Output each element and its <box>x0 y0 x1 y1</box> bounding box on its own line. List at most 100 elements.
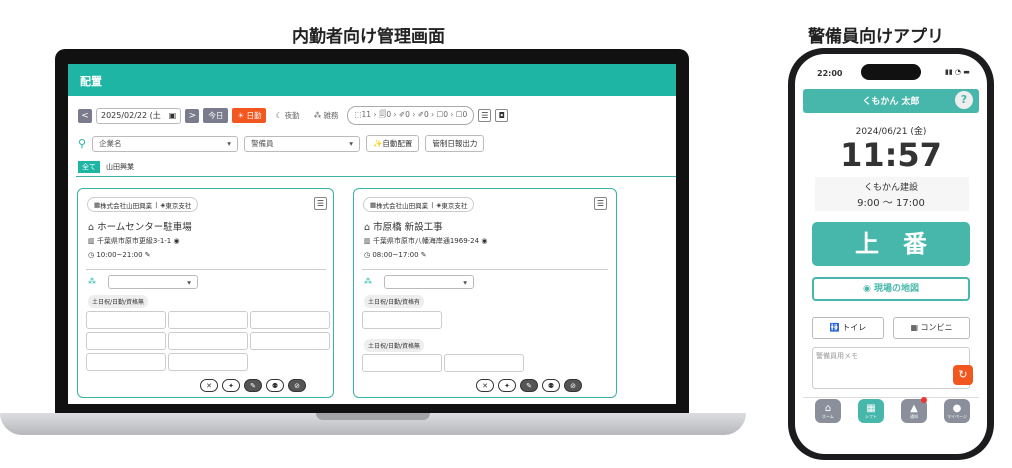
map-icon: ▥ <box>364 237 373 245</box>
assign-slot[interactable] <box>444 354 524 372</box>
assign-slot[interactable] <box>168 353 248 371</box>
day-shift-tab[interactable]: ☀ 日勤 <box>232 108 267 123</box>
map-icon: ▥ <box>88 237 97 245</box>
assign-slot[interactable] <box>362 311 442 329</box>
branch-name: 東京支社 <box>441 201 468 210</box>
company-name: 株式会社山田興業 <box>100 201 153 210</box>
clock-in-button[interactable]: 上 番 <box>812 222 970 266</box>
admin-screen: 配置 < 2025/02/22 (土 ▣ > 今日 ☀ 日勤 ☾ 夜勤 ⁂ 雑務 … <box>68 64 676 404</box>
site-map-button[interactable]: ◉ 現場の地図 <box>812 277 970 301</box>
home-icon: ⌂ <box>824 402 832 414</box>
status-summary: ⬚11 › 🗐0 › ✐0 › ✐0 › ☐0 › ☐0 <box>347 106 475 125</box>
chevron-down-icon: ▾ <box>349 139 354 148</box>
help-icon[interactable]: ? <box>955 91 973 109</box>
guard-dropdown[interactable]: ▾ <box>108 275 198 289</box>
calendar-icon: ▦ <box>866 402 876 414</box>
company-select-label: 企業名 <box>99 139 122 148</box>
group-icon[interactable]: ⚉ <box>266 379 284 392</box>
night-shift-tab[interactable]: ☾ 夜勤 <box>270 108 304 123</box>
moon-icon: ☾ <box>275 111 285 120</box>
site-icon: ⌂ <box>364 222 374 233</box>
nav-mypage[interactable]: ● マイページ <box>944 399 970 423</box>
today-button[interactable]: 今日 <box>203 108 229 123</box>
address-text: 千葉県市原市八幡海岸通1969-24 <box>372 237 480 245</box>
card-menu-icon[interactable]: ☰ <box>314 197 327 210</box>
pin-icon[interactable]: ◉ <box>479 237 487 245</box>
assign-slot[interactable] <box>86 332 166 350</box>
site-map-label: 現場の地図 <box>873 284 919 294</box>
chevron-down-icon: ▾ <box>227 139 232 148</box>
time-display: 11:57 <box>840 136 942 174</box>
wand-icon[interactable]: ✦ <box>498 379 516 392</box>
card-menu-icon[interactable]: ☰ <box>594 197 607 210</box>
block-icon[interactable]: ⊘ <box>564 379 582 392</box>
refresh-icon[interactable]: ↻ <box>953 365 973 385</box>
assign-slot[interactable] <box>86 311 166 329</box>
date-input[interactable]: 2025/02/22 (土 ▣ <box>96 107 182 124</box>
nav-shift[interactable]: ▦ シフト <box>858 399 884 423</box>
report-export-button[interactable]: 管制日報出力 <box>425 135 485 152</box>
chevron-down-icon: ▾ <box>187 277 191 287</box>
notification-dot <box>921 397 927 403</box>
wand-icon[interactable]: ✦ <box>222 379 240 392</box>
filter-search-icon[interactable]: ⚲ <box>78 137 86 150</box>
divider <box>76 176 676 177</box>
chip-all[interactable]: 全て <box>78 161 100 173</box>
nav-divider <box>803 397 979 398</box>
bell-icon: ▲ <box>910 402 918 414</box>
person-view-icon[interactable]: ◘ <box>495 109 509 122</box>
note-icon[interactable]: ✎ <box>520 379 538 392</box>
time-text: 10:00~21:00 <box>96 251 143 259</box>
dynamic-island <box>861 64 921 80</box>
team-icon: ⁂ <box>88 277 96 286</box>
assign-slot[interactable] <box>168 311 248 329</box>
store-label: コンビニ <box>920 323 953 332</box>
next-day-button[interactable]: > <box>185 108 200 123</box>
block-icon[interactable]: ⊘ <box>288 379 306 392</box>
misc-tab[interactable]: ⁂ 雑務 <box>309 108 344 123</box>
note-icon[interactable]: ✎ <box>244 379 262 392</box>
edit-icon[interactable]: ✎ <box>143 251 151 259</box>
guard-dropdown[interactable]: ▾ <box>384 275 474 289</box>
chip-company[interactable]: 山田興業 <box>106 162 134 172</box>
company-select[interactable]: 企業名 ▾ <box>92 135 239 152</box>
app-title-bar: 配置 <box>68 64 676 96</box>
pin-icon[interactable]: ◉ <box>171 237 179 245</box>
magic-wand-icon: ✨ <box>373 139 383 148</box>
card-divider <box>362 269 608 270</box>
site-title: ⌂ 市原橋 新設工事 <box>364 219 443 233</box>
night-shift-label: 夜勤 <box>284 111 300 120</box>
assign-slot[interactable] <box>86 353 166 371</box>
assign-slot[interactable] <box>362 354 442 372</box>
nav-home[interactable]: ⌂ ホーム <box>815 399 841 423</box>
site-name: ホームセンター駐車場 <box>97 222 192 233</box>
memo-field[interactable]: 警備員用メモ <box>812 347 970 389</box>
auto-assign-button[interactable]: ✨ 自動配置 <box>366 135 420 152</box>
qualification-tag: 土日祝/日勤/資格無 <box>88 295 149 308</box>
edit-icon[interactable]: ✎ <box>419 251 427 259</box>
status-clock: 22:00 <box>817 69 843 78</box>
no-auto-icon[interactable]: ✕ <box>476 379 494 392</box>
list-view-icon[interactable]: ☰ <box>478 109 492 122</box>
assign-slot[interactable] <box>168 332 248 350</box>
toilet-button[interactable]: 🚻 トイレ <box>812 317 884 339</box>
assign-slot[interactable] <box>250 311 330 329</box>
site-time: ◷ 10:00~21:00 ✎ <box>88 251 151 259</box>
site-card[interactable]: ▦ 株式会社山田興業 | ◈ 東京支社 ☰ ⌂ ホームセンター駐車場 ▥ 千葉県市原… <box>77 188 334 398</box>
team-icon: ⁂ <box>364 277 372 286</box>
date-value: 2025/02/22 (土 <box>101 111 161 120</box>
qualification-tag: 土日祝/日勤/資格有 <box>364 295 425 308</box>
site-title: ⌂ ホームセンター駐車場 <box>88 219 192 233</box>
page-title: 配置 <box>80 75 102 88</box>
no-auto-icon[interactable]: ✕ <box>200 379 218 392</box>
mobile-screen: 22:00 ▮▮ ◔ ▬ くもかん 太郎 ? 2024/06/21 (金) 11… <box>795 54 987 454</box>
prev-day-button[interactable]: < <box>78 108 92 123</box>
misc-label: 雑務 <box>323 111 339 120</box>
person-icon: ● <box>952 402 962 414</box>
group-icon[interactable]: ⚉ <box>542 379 560 392</box>
assign-slot[interactable] <box>250 332 330 350</box>
site-card[interactable]: ▦ 株式会社山田興業 | ◈ 東京支社 ☰ ⌂ 市原橋 新設工事 ▥ 千葉県市原市八… <box>353 188 617 398</box>
store-button[interactable]: ▦ コンビニ <box>893 317 970 339</box>
guard-select[interactable]: 警備員 ▾ <box>244 135 361 152</box>
calendar-icon: ▣ <box>168 111 177 120</box>
